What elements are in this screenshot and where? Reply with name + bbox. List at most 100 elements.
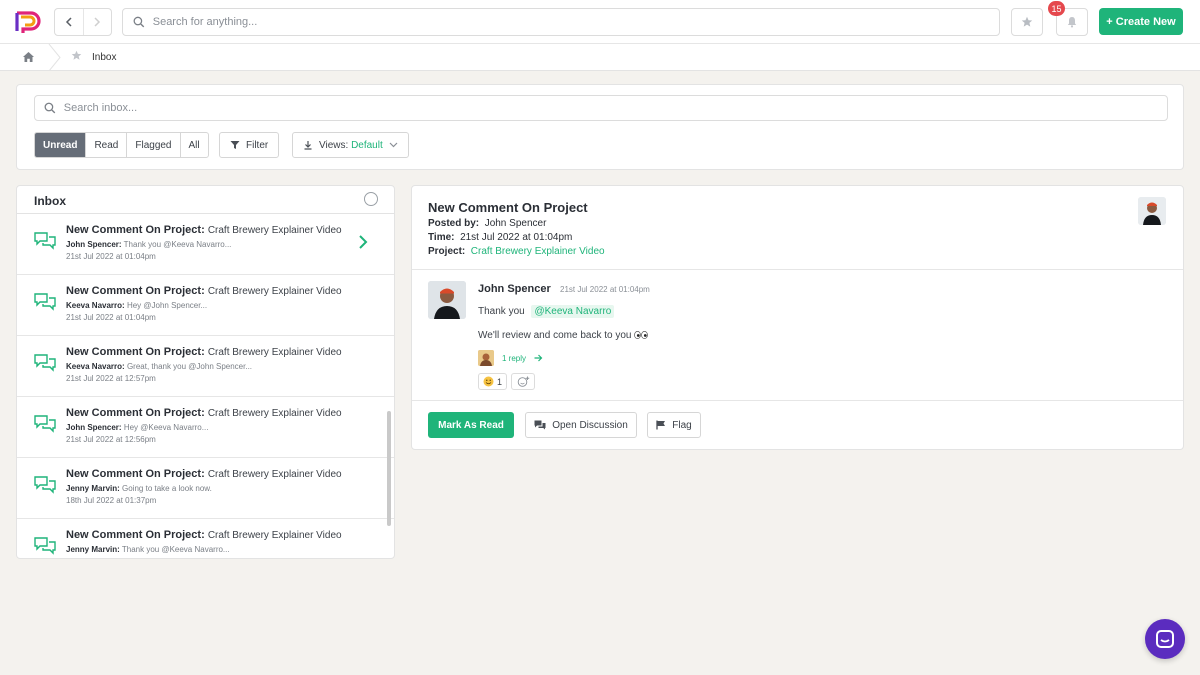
inbox-item-type: New Comment On Project: bbox=[66, 407, 205, 419]
inbox-item-type: New Comment On Project: bbox=[66, 529, 205, 541]
comment-bubbles-icon bbox=[34, 293, 56, 311]
inbox-item-type: New Comment On Project: bbox=[66, 346, 205, 358]
inbox-list: Inbox New Comment On Project: Craft Brew… bbox=[16, 185, 395, 559]
posted-by-label: Posted by: bbox=[428, 218, 480, 229]
time-label: Time: bbox=[428, 232, 455, 243]
tab-all[interactable]: All bbox=[179, 133, 208, 157]
inbox-item-type: New Comment On Project: bbox=[66, 224, 205, 236]
tab-unread[interactable]: Unread bbox=[35, 133, 86, 157]
flag-label: Flag bbox=[672, 419, 692, 431]
inbox-item-snippet: Hey @Keeva Navarro... bbox=[123, 423, 209, 432]
comment-bubbles-icon bbox=[34, 354, 56, 372]
inbox-search-input[interactable] bbox=[63, 102, 1167, 114]
inbox-item-author: Keeva Navarro: bbox=[66, 301, 125, 310]
bookmark-star-icon[interactable] bbox=[71, 50, 82, 61]
inbox-item[interactable]: New Comment On Project: Craft Brewery Ex… bbox=[17, 336, 394, 397]
time-value: 21st Jul 2022 at 01:04pm bbox=[460, 232, 573, 243]
commenter-avatar bbox=[428, 281, 466, 319]
reaction-smile[interactable]: 1 bbox=[478, 373, 507, 390]
tab-read[interactable]: Read bbox=[85, 133, 126, 157]
mark-as-read-button[interactable]: Mark As Read bbox=[428, 412, 514, 438]
comment-text-line2: We'll review and come back to you bbox=[478, 330, 649, 341]
funnel-icon bbox=[230, 141, 240, 149]
search-icon bbox=[44, 102, 56, 114]
inbox-scrollbar[interactable] bbox=[387, 411, 391, 526]
chevron-right-icon bbox=[94, 17, 101, 27]
comment-author: John Spencer bbox=[478, 283, 551, 295]
search-icon bbox=[133, 16, 145, 28]
inbox-items: New Comment On Project: Craft Brewery Ex… bbox=[17, 214, 394, 558]
inbox-search[interactable] bbox=[34, 95, 1168, 121]
inbox-item-author: Jenny Marvin: bbox=[66, 545, 120, 554]
inbox-item-time: 18th Jul 2022 at 01:37pm bbox=[66, 496, 157, 505]
inbox-item-title: New Comment On Project: Craft Brewery Ex… bbox=[66, 346, 342, 358]
history-nav bbox=[54, 8, 112, 36]
smile-emoji-icon bbox=[483, 376, 494, 387]
read-status-tabs: Unread Read Flagged All bbox=[34, 132, 209, 158]
inbox-item[interactable]: New Comment On Project: Craft Brewery Ex… bbox=[17, 458, 394, 519]
inbox-item-author: Jenny Marvin: bbox=[66, 484, 120, 493]
inbox-item-title: New Comment On Project: Craft Brewery Ex… bbox=[66, 224, 342, 236]
posted-by-row: Posted by: John Spencer bbox=[428, 218, 546, 229]
add-emoji-icon bbox=[517, 376, 529, 387]
global-search[interactable] bbox=[122, 8, 1000, 36]
notification-count-badge: 15 bbox=[1048, 1, 1065, 16]
inbox-list-header: Inbox bbox=[17, 186, 394, 214]
eyes-emoji-icon bbox=[634, 331, 649, 340]
arrow-right-icon bbox=[534, 354, 543, 362]
create-new-button[interactable]: + Create New bbox=[1099, 8, 1183, 35]
select-all-toggle[interactable] bbox=[364, 192, 378, 206]
comment-block: John Spencer 21st Jul 2022 at 01:04pm Th… bbox=[412, 270, 1183, 401]
top-bar: 15 + Create New bbox=[0, 0, 1200, 44]
inbox-item-type: New Comment On Project: bbox=[66, 468, 205, 480]
forward-button[interactable] bbox=[82, 9, 112, 35]
inbox-title: Inbox bbox=[34, 194, 66, 208]
filter-button[interactable]: Filter bbox=[219, 132, 280, 158]
flag-icon bbox=[656, 420, 666, 430]
inbox-item[interactable]: New Comment On Project: Craft Brewery Ex… bbox=[17, 519, 394, 558]
inbox-item-time: 21st Jul 2022 at 01:04pm bbox=[66, 313, 156, 322]
add-reaction-button[interactable] bbox=[511, 373, 535, 390]
reply-thread-link[interactable]: 1 reply bbox=[478, 350, 543, 366]
comment-bubbles-icon bbox=[34, 232, 56, 250]
comment-time: 21st Jul 2022 at 01:04pm bbox=[560, 285, 650, 294]
tab-flagged[interactable]: Flagged bbox=[126, 133, 179, 157]
breadcrumb-separator bbox=[48, 44, 61, 71]
inbox-item-snippet: Thank you @Keeva Navarro... bbox=[123, 240, 232, 249]
views-dropdown[interactable]: Views: Default bbox=[292, 132, 409, 158]
posted-by-value: John Spencer bbox=[484, 218, 547, 229]
reply-count[interactable]: 1 reply bbox=[502, 354, 526, 363]
inbox-item[interactable]: New Comment On Project: Craft Brewery Ex… bbox=[17, 397, 394, 458]
inbox-item-time: 21st Jul 2022 at 12:57pm bbox=[66, 374, 156, 383]
app-logo[interactable] bbox=[14, 9, 42, 35]
inbox-item[interactable]: New Comment On Project: Craft Brewery Ex… bbox=[17, 214, 394, 275]
filter-label: Filter bbox=[246, 139, 269, 151]
chat-icon bbox=[1156, 630, 1174, 648]
inbox-item-project: Craft Brewery Explainer Video bbox=[207, 347, 342, 358]
global-search-input[interactable] bbox=[152, 16, 999, 28]
chat-launcher[interactable] bbox=[1145, 619, 1185, 659]
inbox-item-snippet: Hey @John Spencer... bbox=[126, 301, 208, 310]
views-label: Views: bbox=[319, 139, 349, 151]
home-icon[interactable] bbox=[22, 51, 35, 63]
back-button[interactable] bbox=[55, 9, 83, 35]
inbox-item-title: New Comment On Project: Craft Brewery Ex… bbox=[66, 285, 342, 297]
breadcrumb-current: Inbox bbox=[92, 52, 117, 63]
project-link[interactable]: Craft Brewery Explainer Video bbox=[471, 246, 605, 257]
author-avatar bbox=[1138, 197, 1166, 225]
mention-tag[interactable]: @Keeva Navarro bbox=[531, 305, 615, 318]
inbox-item-preview: Keeva Navarro: Hey @John Spencer... bbox=[66, 301, 207, 310]
breadcrumb: Inbox bbox=[0, 44, 1200, 71]
inbox-item[interactable]: New Comment On Project: Craft Brewery Ex… bbox=[17, 275, 394, 336]
inbox-item-preview: John Spencer: Hey @Keeva Navarro... bbox=[66, 423, 208, 432]
inbox-item-preview: Keeva Navarro: Great, thank you @John Sp… bbox=[66, 362, 252, 371]
flag-button[interactable]: Flag bbox=[647, 412, 701, 438]
inbox-item-project: Craft Brewery Explainer Video bbox=[207, 530, 342, 541]
chevron-down-icon bbox=[389, 142, 398, 148]
open-discussion-button[interactable]: Open Discussion bbox=[525, 412, 637, 438]
inbox-item-preview: Jenny Marvin: Going to take a look now. bbox=[66, 484, 212, 493]
favorites-button[interactable] bbox=[1011, 8, 1043, 36]
inbox-item-snippet: Going to take a look now. bbox=[122, 484, 212, 493]
inbox-item-project: Craft Brewery Explainer Video bbox=[207, 286, 342, 297]
replier-avatar bbox=[478, 350, 494, 366]
